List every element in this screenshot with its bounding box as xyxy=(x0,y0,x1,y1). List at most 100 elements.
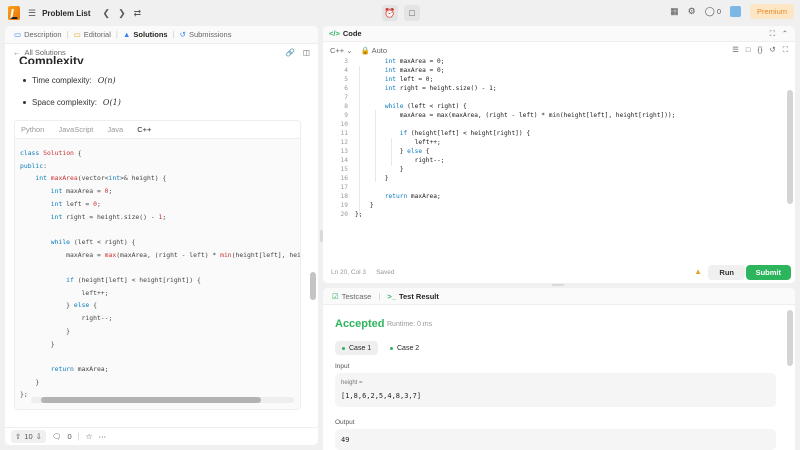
split-view-icon[interactable]: ◫ xyxy=(303,48,310,57)
panel-resize-handle-horizontal[interactable] xyxy=(552,284,564,286)
horizontal-scrollbar[interactable] xyxy=(31,397,294,403)
leetcode-logo[interactable] xyxy=(8,6,20,20)
braces-icon[interactable]: {} xyxy=(757,45,762,55)
notes-icon[interactable]: □ xyxy=(404,5,420,21)
chevron-left-icon[interactable]: ❮ xyxy=(103,8,111,18)
time-complexity-item: Time complexity: O(n) xyxy=(5,76,116,85)
reset-icon[interactable]: ↺ xyxy=(769,45,775,55)
runtime-label: Runtime: 0 ms xyxy=(387,321,433,328)
result-vertical-scrollbar[interactable] xyxy=(787,310,793,366)
streak-fire-icon[interactable]: ◯ 0 xyxy=(705,7,721,16)
lang-tab-java[interactable]: Java xyxy=(107,125,123,134)
tab-testcase[interactable]: ☑ Testcase xyxy=(329,292,374,301)
code-line: int right = height.size() - 1; xyxy=(384,85,497,92)
premium-button[interactable]: Premium xyxy=(749,4,794,19)
verdict-accepted: Accepted xyxy=(335,318,385,330)
solution-code-block: Python JavaScript Java C++ class Solutio… xyxy=(14,120,301,410)
avatar[interactable] xyxy=(729,6,741,17)
auto-mode[interactable]: 🔒 Auto xyxy=(361,46,387,55)
line-number: 16 xyxy=(340,175,348,182)
code-line: } xyxy=(355,175,389,182)
status-dot xyxy=(390,346,393,350)
lang-tab-javascript[interactable]: JavaScript xyxy=(58,125,93,134)
problem-list-link[interactable]: Problem List xyxy=(42,9,90,18)
code-line: int maxArea = 0; xyxy=(384,67,445,74)
left-tabs: ▭ Description | ▭ Editorial | ▲ Solutions |… xyxy=(5,26,318,44)
input-box: height = [1,8,6,2,5,4,8,3,7] xyxy=(335,373,776,407)
line-number: 4 xyxy=(344,67,348,74)
code-title: Code xyxy=(342,29,362,38)
code-line: left++; xyxy=(355,139,441,146)
tab-divider: | xyxy=(172,30,175,39)
tab-divider: | xyxy=(115,30,118,39)
bookmark-icon[interactable]: □ xyxy=(746,45,751,55)
code-line: while (left < right) { xyxy=(384,103,467,110)
case-1-button[interactable]: Case 1 xyxy=(335,341,379,355)
language-select[interactable]: C++ ⌄ xyxy=(330,46,353,55)
cursor-position: Ln 20, Col 3 xyxy=(331,268,367,276)
code-line: } xyxy=(355,166,404,173)
input-value: [1,8,6,2,5,4,8,3,7] xyxy=(341,392,422,400)
code-icon: </> xyxy=(329,29,340,38)
chevron-up-icon[interactable]: ⌃ xyxy=(782,29,788,38)
left-vertical-scrollbar[interactable] xyxy=(310,272,316,300)
code-line: return maxArea; xyxy=(384,193,441,200)
line-number: 18 xyxy=(340,193,348,200)
solution-code: class Solution { public: int maxArea(vec… xyxy=(20,149,301,399)
code-line: }; xyxy=(355,211,363,218)
code-line: int maxArea = 0; xyxy=(384,58,445,65)
line-number: 10 xyxy=(340,121,348,128)
line-number: 12 xyxy=(340,139,348,146)
input-label: Input xyxy=(335,363,350,370)
comment-icon[interactable]: 🗨 xyxy=(52,432,62,441)
section-heading: Complexity xyxy=(19,54,84,64)
link-icon[interactable]: 🔗 xyxy=(286,48,295,57)
line-number: 6 xyxy=(344,85,348,92)
lang-tab-python[interactable]: Python xyxy=(21,125,44,134)
scrollbar-thumb[interactable] xyxy=(41,397,261,403)
tab-solutions[interactable]: ▲ Solutions xyxy=(120,30,171,39)
output-label: Output xyxy=(335,419,355,426)
code-line: maxArea = max(maxArea, (right - left) * … xyxy=(355,112,676,119)
line-number: 11 xyxy=(340,130,348,137)
shuffle-icon[interactable]: ⇄ xyxy=(134,8,142,18)
chevron-right-icon[interactable]: ❯ xyxy=(118,8,126,18)
divider: | xyxy=(77,432,80,441)
downvote-icon[interactable]: ⇩ xyxy=(36,432,42,441)
tab-editorial[interactable]: ▭ Editorial xyxy=(71,30,114,39)
submit-button[interactable]: Submit xyxy=(745,265,791,280)
line-number: 19 xyxy=(340,202,348,209)
case-2-button[interactable]: Case 2 xyxy=(383,341,426,355)
upvote-icon[interactable]: ⇧ xyxy=(15,432,21,441)
space-complexity-item: Space complexity: O(1) xyxy=(5,98,121,107)
output-box: 49 xyxy=(335,429,776,450)
list-icon[interactable]: ☰ xyxy=(28,8,36,18)
timer-icon[interactable]: ⏰ xyxy=(382,5,398,21)
format-icon[interactable]: ☰ xyxy=(732,45,739,55)
layout-grid-icon[interactable]: ▦ xyxy=(670,7,679,16)
editor-vertical-scrollbar[interactable] xyxy=(787,90,793,204)
code-editor[interactable]: 3 int maxArea = 0; 4 int maxArea = 0; 5 … xyxy=(323,58,795,246)
tab-description[interactable]: ▭ Description xyxy=(11,30,65,39)
line-number: 9 xyxy=(344,112,348,119)
coin-count: 0 xyxy=(716,6,721,16)
more-icon[interactable]: ⋯ xyxy=(98,432,106,441)
flask-icon: ▲ xyxy=(122,30,131,39)
upload-icon[interactable]: ▲ xyxy=(694,267,702,276)
line-number: 13 xyxy=(340,148,348,155)
tab-submissions[interactable]: ↺ Submissions xyxy=(177,30,235,39)
fullscreen-icon[interactable]: ⛶ xyxy=(783,45,788,55)
vote-group: ⇧ 10 ⇩ xyxy=(11,430,46,443)
tab-test-result[interactable]: >_ Test Result xyxy=(384,292,441,301)
star-icon[interactable]: ☆ xyxy=(86,432,93,441)
code-panel: </> Code ⛶ ⌃ C++ ⌄ 🔒 Auto ☰ □ {} ↺ ⛶ 3 i… xyxy=(323,26,795,283)
comment-count: 0 xyxy=(67,432,72,441)
maximize-icon[interactable]: ⛶ xyxy=(770,29,775,39)
line-number: 3 xyxy=(344,58,348,65)
run-button[interactable]: Run xyxy=(708,265,745,280)
tab-divider: | xyxy=(378,291,381,301)
gear-icon[interactable]: ⚙ xyxy=(688,7,696,16)
code-line: } else { xyxy=(355,148,430,155)
line-number: 7 xyxy=(344,94,348,101)
lang-tab-cpp[interactable]: C++ xyxy=(137,125,151,134)
